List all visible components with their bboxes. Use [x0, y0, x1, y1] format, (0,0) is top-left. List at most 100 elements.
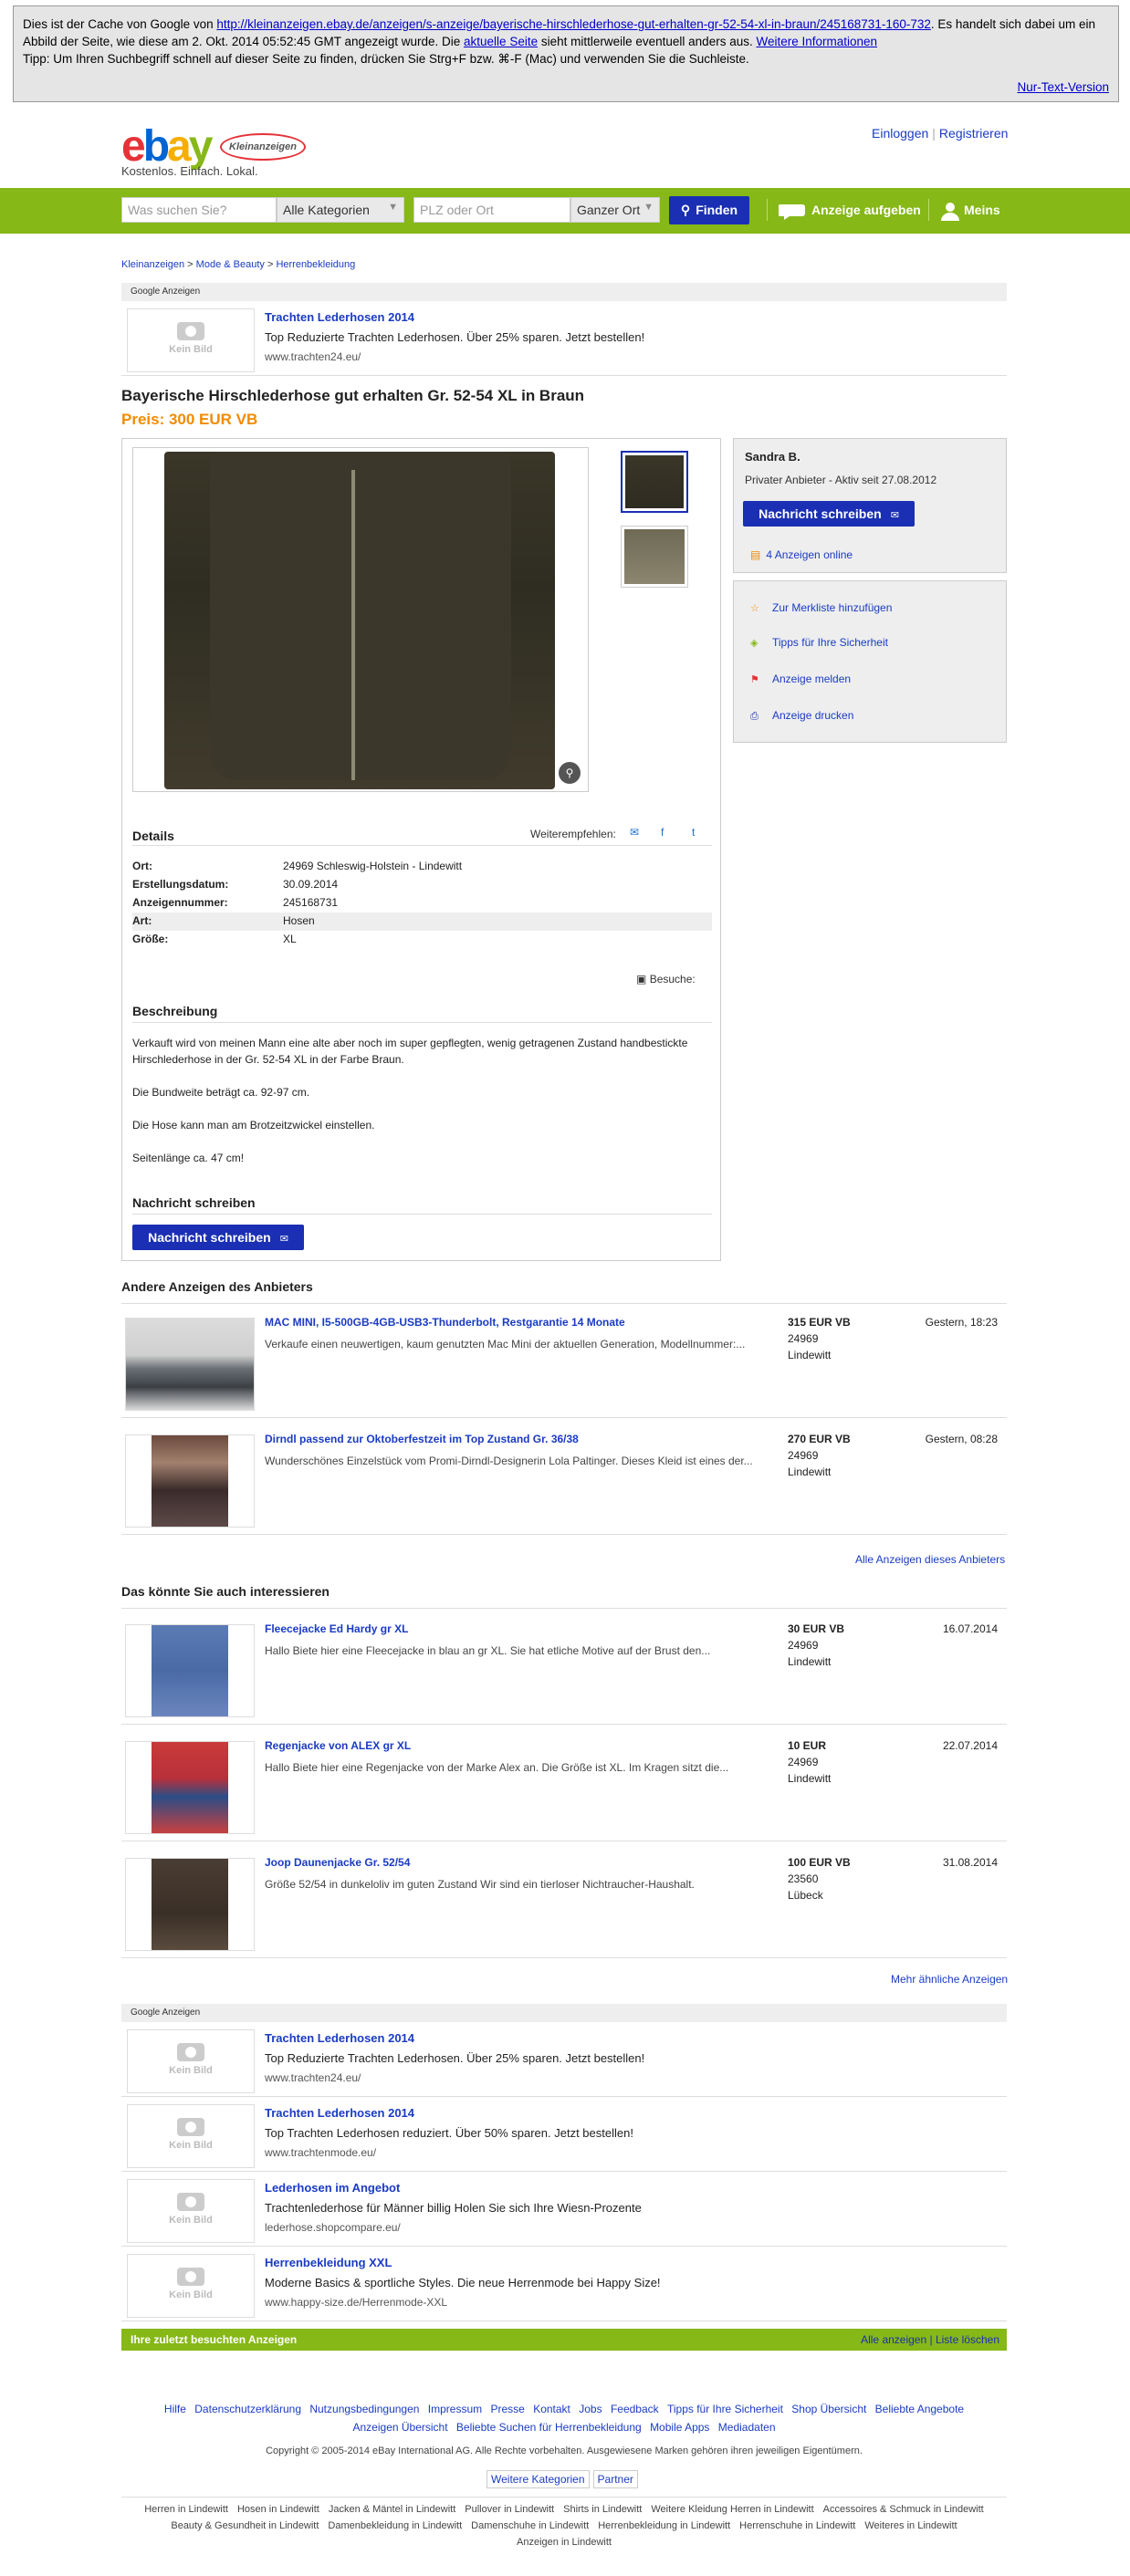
radius-select[interactable]: Ganzer Ort ▼	[570, 197, 660, 223]
footer-link[interactable]: Presse	[490, 2403, 524, 2415]
search-input[interactable]: Was suchen Sie?	[121, 197, 277, 223]
seller-other-ads-heading: Andere Anzeigen des Anbieters	[121, 1279, 313, 1294]
category-select-value: Alle Kategorien	[283, 203, 370, 217]
camera-icon	[177, 2118, 204, 2136]
footer-link[interactable]: Shop Übersicht	[791, 2403, 866, 2415]
list-item-title[interactable]: Dirndl passend zur Oktoberfestzeit im To…	[265, 1433, 579, 1445]
footer-link[interactable]: Nutzungsbedingungen	[309, 2403, 419, 2415]
detail-value-link[interactable]: Hosen	[283, 914, 315, 927]
ad-title-link[interactable]: Trachten Lederhosen 2014	[265, 310, 414, 324]
write-message-button[interactable]: Nachricht schreiben ✉	[132, 1225, 304, 1250]
list-item[interactable]: MAC MINI, I5-500GB-4GB-USB3-Thunderbolt,…	[121, 1307, 1007, 1418]
add-to-watchlist-link[interactable]: ☆ Zur Merkliste hinzufügen	[750, 601, 892, 614]
city-link[interactable]: Herrenschuhe in Lindewitt	[739, 2520, 855, 2531]
footer-link[interactable]: Hilfe	[164, 2403, 186, 2415]
tab-weitere-kategorien[interactable]: Weitere Kategorien	[487, 2470, 590, 2488]
footer-link[interactable]: Anzeigen Übersicht	[353, 2421, 448, 2434]
cache-url-link[interactable]: http://kleinanzeigen.ebay.de/anzeigen/s-…	[216, 17, 931, 31]
list-item-city: Lübeck	[788, 1889, 823, 1902]
list-item-title[interactable]: MAC MINI, I5-500GB-4GB-USB3-Thunderbolt,…	[265, 1316, 625, 1329]
footer-link[interactable]: Mobile Apps	[650, 2421, 709, 2434]
ad-title-link[interactable]: Trachten Lederhosen 2014	[265, 2106, 414, 2120]
list-item-title[interactable]: Fleecejacke Ed Hardy gr XL	[265, 1622, 408, 1635]
clear-list-link[interactable]: Liste löschen	[936, 2333, 999, 2346]
footer-link[interactable]: Feedback	[611, 2403, 659, 2415]
google-ad[interactable]: Kein Bild Trachten Lederhosen 2014 Top R…	[121, 301, 1007, 376]
report-ad-link[interactable]: ⚑ Anzeige melden	[750, 673, 851, 685]
more-info-link[interactable]: Weitere Informationen	[756, 35, 877, 48]
login-link[interactable]: Einloggen	[872, 126, 928, 141]
more-similar-ads-link[interactable]: Mehr ähnliche Anzeigen	[891, 1973, 1008, 1986]
email-share-icon[interactable]: ✉	[630, 826, 639, 839]
breadcrumb-item[interactable]: Herrenbekleidung	[276, 259, 355, 270]
city-link[interactable]: Jacken & Mäntel in Lindewitt	[329, 2504, 455, 2515]
google-ad[interactable]: Kein Bild Herrenbekleidung XXL Moderne B…	[121, 2247, 1007, 2321]
ad-title-link[interactable]: Herrenbekleidung XXL	[265, 2256, 392, 2269]
print-ad-link[interactable]: ⎙ Anzeige drucken	[750, 709, 853, 723]
contact-seller-button[interactable]: Nachricht schreiben ✉	[743, 501, 915, 527]
safety-tips-link[interactable]: ◈ Tipps für Ihre Sicherheit	[750, 636, 888, 649]
ad-title-link[interactable]: Lederhosen im Angebot	[265, 2181, 400, 2195]
list-item-title[interactable]: Joop Daunenjacke Gr. 52/54	[265, 1856, 410, 1869]
city-link[interactable]: Hosen in Lindewitt	[237, 2504, 319, 2515]
city-link[interactable]: Anzeigen in Lindewitt	[517, 2537, 612, 2548]
category-city-links: Herren in Lindewitt Hosen in Lindewitt Jac…	[121, 2497, 1007, 2550]
text-only-link[interactable]: Nur-Text-Version	[1017, 78, 1109, 96]
recently-viewed-actions: Alle anzeigen | Liste löschen	[861, 2333, 999, 2346]
divider	[132, 845, 712, 846]
meins-button[interactable]: Meins	[940, 197, 1000, 223]
thumbnail-2[interactable]	[621, 526, 688, 588]
no-image-placeholder: Kein Bild	[127, 308, 255, 372]
footer-link[interactable]: Tipps für Ihre Sicherheit	[667, 2403, 783, 2415]
ad-title-link[interactable]: Trachten Lederhosen 2014	[265, 2031, 414, 2045]
list-item-title[interactable]: Regenjacke von ALEX gr XL	[265, 1739, 411, 1752]
category-select[interactable]: Alle Kategorien ▼	[277, 197, 404, 223]
facebook-share-icon[interactable]: f	[661, 826, 664, 839]
footer-link[interactable]: Mediadaten	[718, 2421, 776, 2434]
breadcrumb-item[interactable]: Kleinanzeigen	[121, 259, 184, 270]
footer-link[interactable]: Impressum	[428, 2403, 482, 2415]
register-link[interactable]: Registrieren	[939, 126, 1008, 141]
all-seller-ads-link[interactable]: Alle Anzeigen dieses Anbieters	[855, 1553, 1005, 1566]
city-link[interactable]: Pullover in Lindewitt	[465, 2504, 554, 2515]
footer-link[interactable]: Jobs	[579, 2403, 602, 2415]
no-image-placeholder: Kein Bild	[127, 2104, 255, 2168]
city-link[interactable]: Beauty & Gesundheit in Lindewitt	[171, 2520, 319, 2531]
list-item[interactable]: Regenjacke von ALEX gr XL Hallo Biete hi…	[121, 1730, 1007, 1841]
city-link[interactable]: Shirts in Lindewitt	[563, 2504, 642, 2515]
google-ad[interactable]: Kein Bild Lederhosen im Angebot Trachten…	[121, 2172, 1007, 2247]
find-button[interactable]: ⚲ Finden	[669, 196, 749, 224]
city-link[interactable]: Herren in Lindewitt	[144, 2504, 228, 2515]
main-image[interactable]: ⚲	[132, 447, 589, 792]
thumbnail-1[interactable]	[621, 451, 688, 513]
list-item[interactable]: Dirndl passend zur Oktoberfestzeit im To…	[121, 1424, 1007, 1535]
footer-link[interactable]: Beliebte Angebote	[875, 2403, 964, 2415]
post-ad-button[interactable]: Anzeige aufgeben	[778, 197, 921, 223]
location-input[interactable]: PLZ oder Ort	[413, 197, 570, 223]
footer-link[interactable]: Beliebte Suchen für Herrenbekleidung	[456, 2421, 642, 2434]
list-item[interactable]: Joop Daunenjacke Gr. 52/54 Größe 52/54 i…	[121, 1847, 1007, 1958]
recently-viewed-label: Ihre zuletzt besuchten Anzeigen	[131, 2333, 298, 2346]
printer-icon: ⎙	[750, 711, 759, 722]
list-item-city: Lindewitt	[788, 1772, 832, 1785]
list-item[interactable]: Fleecejacke Ed Hardy gr XL Hallo Biete h…	[121, 1613, 1007, 1725]
twitter-share-icon[interactable]: t	[692, 826, 695, 839]
google-ad[interactable]: Kein Bild Trachten Lederhosen 2014 Top R…	[121, 2022, 1007, 2097]
footer-link[interactable]: Datenschutzerklärung	[194, 2403, 301, 2415]
city-link[interactable]: Weitere Kleidung Herren in Lindewitt	[651, 2504, 813, 2515]
seller-ads-online-link[interactable]: ▤ 4 Anzeigen online	[750, 548, 853, 561]
breadcrumb-item[interactable]: Mode & Beauty	[196, 259, 265, 270]
google-ad[interactable]: Kein Bild Trachten Lederhosen 2014 Top T…	[121, 2097, 1007, 2172]
city-link[interactable]: Damenbekleidung in Lindewitt	[328, 2520, 462, 2531]
ad-description: Top Trachten Lederhosen reduziert. Über …	[265, 2126, 633, 2140]
current-page-link[interactable]: aktuelle Seite	[464, 35, 538, 48]
footer-link[interactable]: Kontakt	[533, 2403, 570, 2415]
city-link[interactable]: Damenschuhe in Lindewitt	[471, 2520, 589, 2531]
tab-partner[interactable]: Partner	[592, 2470, 638, 2488]
zoom-icon[interactable]: ⚲	[559, 762, 581, 784]
city-link[interactable]: Herrenbekleidung in Lindewitt	[598, 2520, 730, 2531]
city-link[interactable]: Weiteres in Lindewitt	[864, 2520, 957, 2531]
show-all-link[interactable]: Alle anzeigen	[861, 2333, 926, 2346]
no-image-placeholder: Kein Bild	[127, 2179, 255, 2243]
city-link[interactable]: Accessoires & Schmuck in Lindewitt	[823, 2504, 984, 2515]
